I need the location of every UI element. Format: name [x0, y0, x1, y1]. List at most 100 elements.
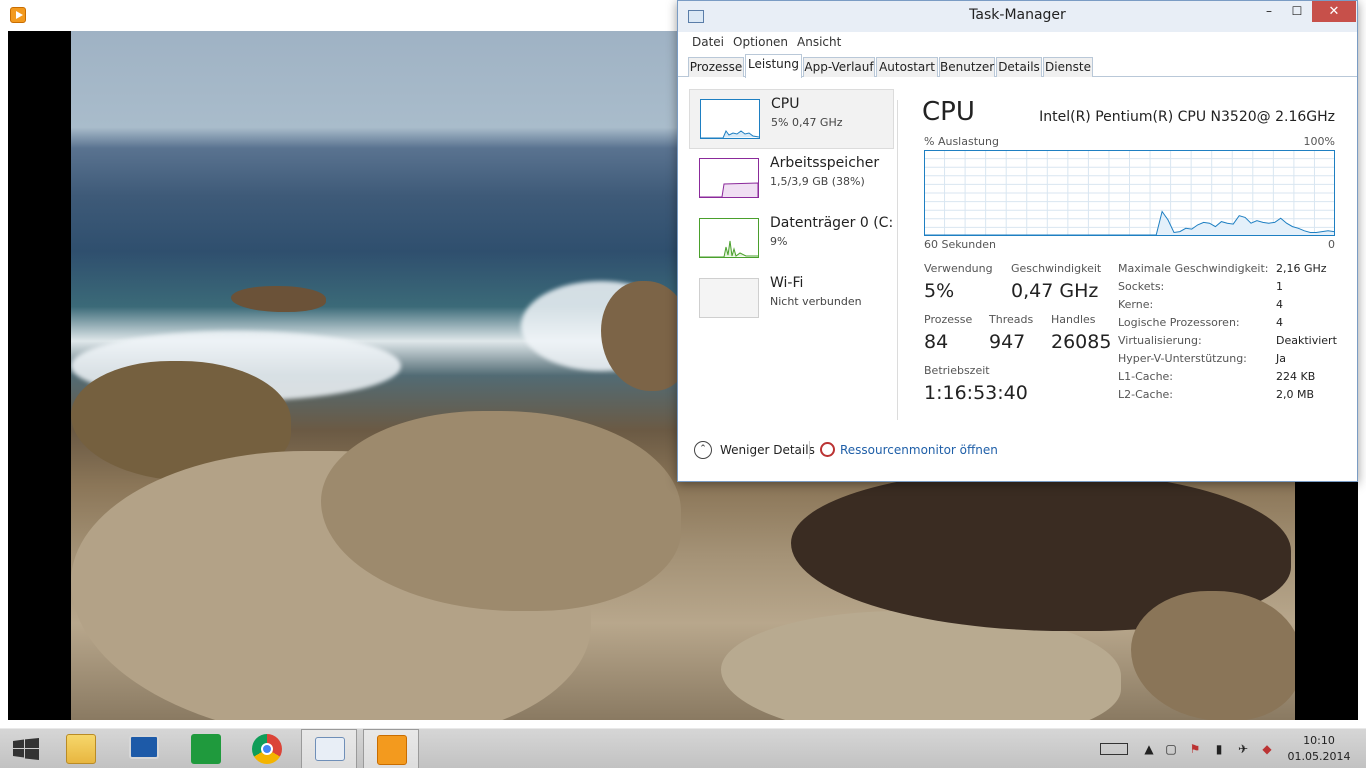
taskbar-explorer[interactable] — [53, 729, 109, 768]
close-button[interactable]: ✕ — [1312, 1, 1356, 22]
airplane-mode-icon[interactable]: ✈ — [1236, 742, 1250, 756]
chevron-up-icon[interactable]: ⌃ — [694, 441, 712, 459]
chrome-icon — [252, 734, 282, 764]
tab-app-verlauf[interactable]: App-Verlauf — [803, 57, 875, 77]
spec-l1-value: 224 KB — [1276, 370, 1316, 383]
volume-muted-icon[interactable]: ◆ — [1260, 742, 1274, 756]
keyboard-icon[interactable] — [1100, 743, 1128, 755]
spec-max-speed-value: 2,16 GHz — [1276, 262, 1327, 275]
maximize-button[interactable]: ☐ — [1284, 1, 1310, 22]
disk-thumbnail-line — [700, 240, 758, 258]
spec-l2-label: L2-Cache: — [1118, 388, 1174, 401]
spec-virtualization-value: Deaktiviert — [1276, 334, 1337, 347]
tab-benutzer[interactable]: Benutzer — [939, 57, 995, 77]
task-manager-footer: ⌃ Weniger Details Ressourcenmonitor öffn… — [678, 435, 1357, 481]
sidebar-wifi-sub: Nicht verbunden — [770, 295, 862, 308]
flag-icon[interactable]: ⚑ — [1188, 742, 1202, 756]
menu-datei[interactable]: Datei — [692, 35, 724, 49]
task-manager-titlebar[interactable]: Task-Manager – ☐ ✕ — [678, 1, 1357, 32]
performance-pane: CPU 5% 0,47 GHz Arbeitsspeicher 1,5/3,9 … — [678, 78, 1357, 435]
graph-time-right: 0 — [1328, 238, 1335, 251]
sidebar-memory-sub: 1,5/3,9 GB (38%) — [770, 175, 865, 188]
speed-value: 0,47 GHz — [1011, 280, 1099, 302]
sidebar-item-cpu[interactable]: CPU 5% 0,47 GHz — [689, 89, 894, 149]
spec-hyperv-label: Hyper-V-Unterstützung: — [1118, 352, 1247, 365]
tab-leistung[interactable]: Leistung — [745, 54, 802, 78]
store-icon — [191, 734, 221, 764]
folder-icon — [66, 734, 96, 764]
sidebar-item-wifi[interactable]: Wi-Fi Nicht verbunden — [689, 269, 894, 329]
graph-label-max: 100% — [1303, 135, 1335, 148]
taskbar: ▲ ▢ ⚑ ▮ ✈ ◆ 10:10 01.05.2014 — [0, 728, 1366, 768]
menu-bar: Datei Optionen Ansicht — [678, 32, 1357, 53]
tab-autostart[interactable]: Autostart — [876, 57, 938, 77]
sidebar-wifi-name: Wi-Fi — [770, 275, 804, 291]
processes-value: 84 — [924, 331, 949, 353]
sidebar-disk-name: Datenträger 0 (C: D — [770, 215, 894, 231]
clock-date[interactable]: 01.05.2014 — [1286, 750, 1352, 763]
speed-label: Geschwindigkeit — [1011, 262, 1102, 275]
uptime-value: 1:16:53:40 — [924, 382, 1028, 404]
sidebar-disk-sub: 9% — [770, 235, 788, 248]
spec-logical-label: Logische Prozessoren: — [1118, 316, 1240, 329]
utilization-label: Verwendung — [924, 262, 993, 275]
sidebar-item-memory[interactable]: Arbeitsspeicher 1,5/3,9 GB (38%) — [689, 149, 894, 209]
detail-title: CPU — [922, 97, 975, 127]
taskbar-lenovo[interactable] — [116, 729, 172, 768]
footer-separator — [809, 441, 810, 459]
media-player-taskbar-icon — [377, 735, 407, 765]
task-manager-taskbar-icon — [315, 737, 345, 761]
sidebar-memory-name: Arbeitsspeicher — [770, 155, 880, 171]
show-hidden-icons-icon[interactable]: ▲ — [1142, 742, 1156, 756]
tab-details[interactable]: Details — [996, 57, 1042, 77]
memory-thumbnail-line — [700, 182, 759, 198]
resource-monitor-link[interactable]: Ressourcenmonitor öffnen — [840, 443, 998, 457]
processes-label: Prozesse — [924, 313, 973, 326]
taskbar-chrome[interactable] — [239, 729, 295, 768]
rock-far-right — [1131, 591, 1295, 720]
menu-optionen[interactable]: Optionen — [733, 35, 788, 49]
battery-icon[interactable]: ▮ — [1212, 742, 1226, 756]
tab-prozesse[interactable]: Prozesse — [688, 57, 744, 77]
disk-thumbnail-graph — [699, 218, 759, 258]
taskbar-task-manager[interactable] — [301, 729, 357, 768]
action-center-icon[interactable]: ▢ — [1164, 742, 1178, 756]
spec-l1-label: L1-Cache: — [1118, 370, 1174, 383]
wifi-thumbnail-graph — [699, 278, 759, 318]
spec-l2-value: 2,0 MB — [1276, 388, 1315, 401]
spec-sockets-value: 1 — [1276, 280, 1283, 293]
spec-sockets-label: Sockets: — [1118, 280, 1165, 293]
threads-value: 947 — [989, 331, 1026, 353]
sidebar-cpu-name: CPU — [771, 96, 800, 112]
windows-logo-icon — [13, 738, 39, 760]
minimize-button[interactable]: – — [1256, 1, 1282, 22]
cpu-utilization-graph — [924, 150, 1335, 236]
threads-label: Threads — [989, 313, 1034, 326]
spec-max-speed-label: Maximale Geschwindigkeit: — [1118, 262, 1269, 275]
tab-dienste[interactable]: Dienste — [1043, 57, 1093, 77]
sidebar-item-disk[interactable]: Datenträger 0 (C: D 9% — [689, 209, 894, 269]
sidebar-cpu-sub: 5% 0,47 GHz — [771, 116, 843, 129]
taskbar-media-player[interactable] — [363, 729, 419, 768]
chrome-center-icon — [261, 743, 273, 755]
clock-time[interactable]: 10:10 — [1286, 734, 1352, 747]
cpu-thumbnail-graph — [700, 99, 760, 139]
graph-label-utilization: % Auslastung — [924, 135, 999, 148]
memory-thumbnail-graph — [699, 158, 759, 198]
resource-monitor-icon[interactable] — [820, 442, 835, 457]
spec-cores-value: 4 — [1276, 298, 1283, 311]
start-button[interactable] — [0, 729, 56, 768]
menu-ansicht[interactable]: Ansicht — [797, 35, 841, 49]
utilization-value: 5% — [924, 280, 955, 302]
fewer-details-button[interactable]: Weniger Details — [720, 443, 815, 457]
cpu-model: Intel(R) Pentium(R) CPU N3520@ 2.16GHz — [1039, 109, 1335, 125]
spec-hyperv-value: Ja — [1276, 352, 1286, 365]
uptime-label: Betriebszeit — [924, 364, 990, 377]
media-player-app-icon — [10, 7, 26, 23]
handles-value: 26085 — [1051, 331, 1112, 353]
spec-cores-label: Kerne: — [1118, 298, 1154, 311]
pane-divider — [897, 100, 898, 420]
taskbar-store[interactable] — [178, 729, 234, 768]
lenovo-monitor-icon — [129, 735, 159, 759]
spec-virtualization-label: Virtualisierung: — [1118, 334, 1202, 347]
